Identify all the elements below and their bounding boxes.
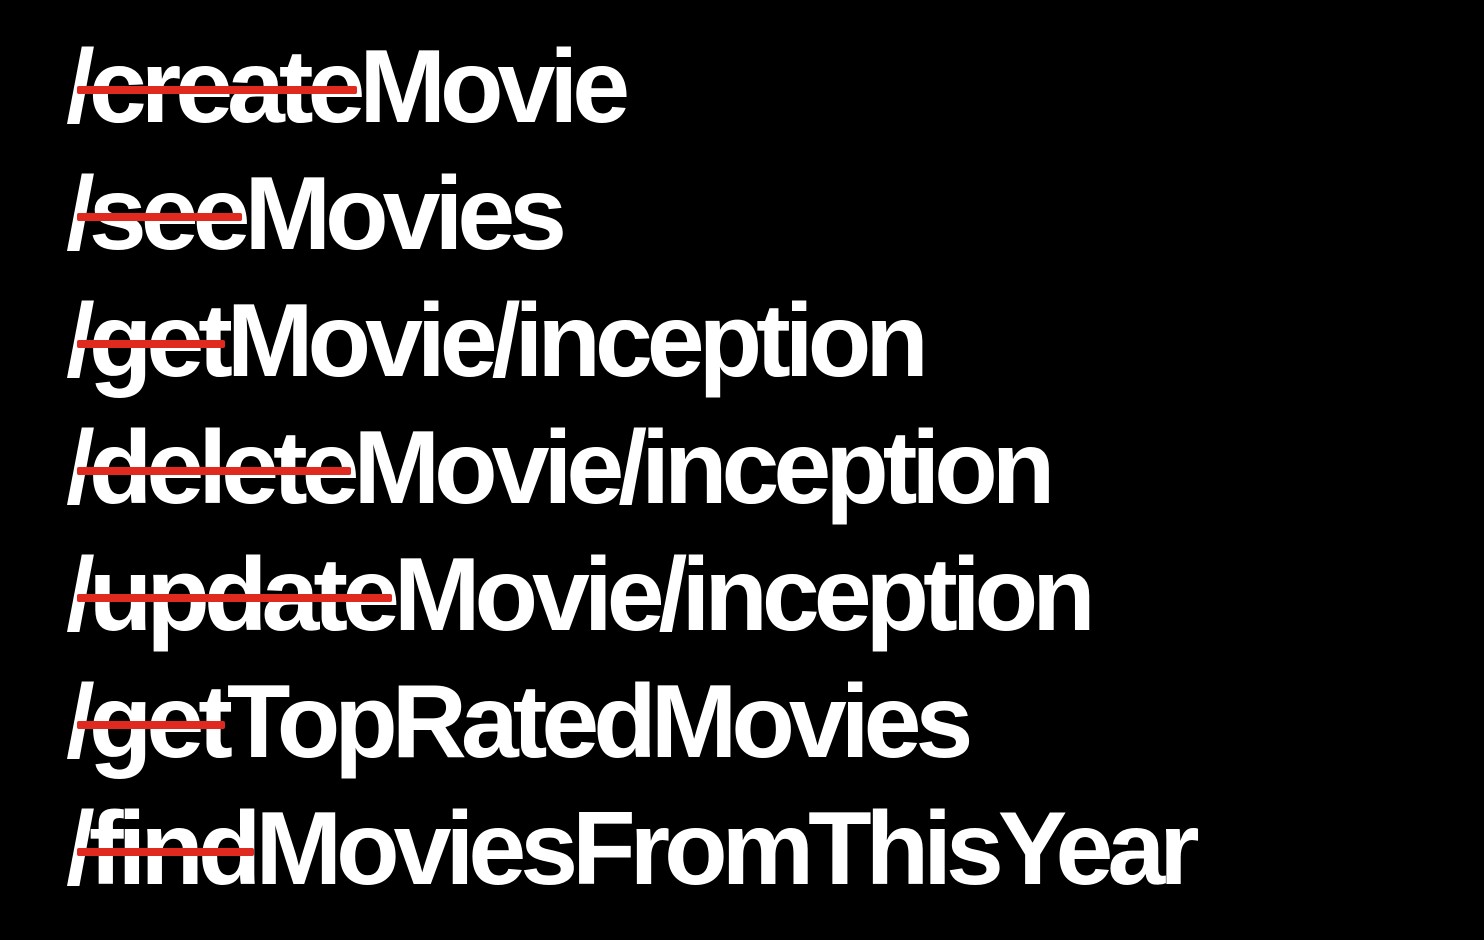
- strikethrough-line: [76, 848, 254, 857]
- route-resource: MoviesFromThisYear: [255, 791, 1200, 907]
- route-resource: Movie/inception: [353, 410, 1055, 526]
- crossed-out-verb: get: [76, 659, 233, 786]
- route-see-movies: /seeMovies: [66, 151, 1194, 278]
- slide: /createMovie /seeMovies /getMovie/incept…: [0, 0, 1484, 940]
- route-resource: Movie/inception: [226, 283, 929, 399]
- strikethrough-line: [76, 721, 225, 730]
- strikethrough-line: [76, 340, 225, 349]
- route-resource: Movie: [359, 29, 630, 145]
- route-resource: Movie/inception: [393, 537, 1096, 653]
- crossed-out-verb: create: [76, 24, 365, 151]
- route-find-movies-from-this-year: /findMoviesFromThisYear: [66, 786, 1200, 913]
- strikethrough-line: [76, 213, 243, 222]
- strikethrough-line: [76, 594, 392, 603]
- crossed-out-verb: get: [76, 278, 233, 405]
- crossed-out-verb: find: [76, 786, 261, 913]
- crossed-out-verb: update: [76, 532, 400, 659]
- route-resource: TopRatedMovies: [226, 664, 973, 780]
- route-delete-movie: /deleteMovie/inception: [66, 405, 1194, 532]
- route-list: /createMovie /seeMovies /getMovie/incept…: [66, 24, 1200, 913]
- crossed-out-verb: see: [76, 151, 250, 278]
- route-get-top-rated-movies: /getTopRatedMovies: [66, 659, 1194, 786]
- route-resource: Movies: [244, 156, 567, 272]
- route-get-movie: /getMovie/inception: [66, 278, 1194, 405]
- strikethrough-line: [76, 467, 352, 476]
- crossed-out-verb: delete: [76, 405, 359, 532]
- route-update-movie: /updateMovie/inception: [66, 532, 1194, 659]
- route-create-movie: /createMovie: [66, 24, 1194, 151]
- strikethrough-line: [76, 86, 358, 95]
